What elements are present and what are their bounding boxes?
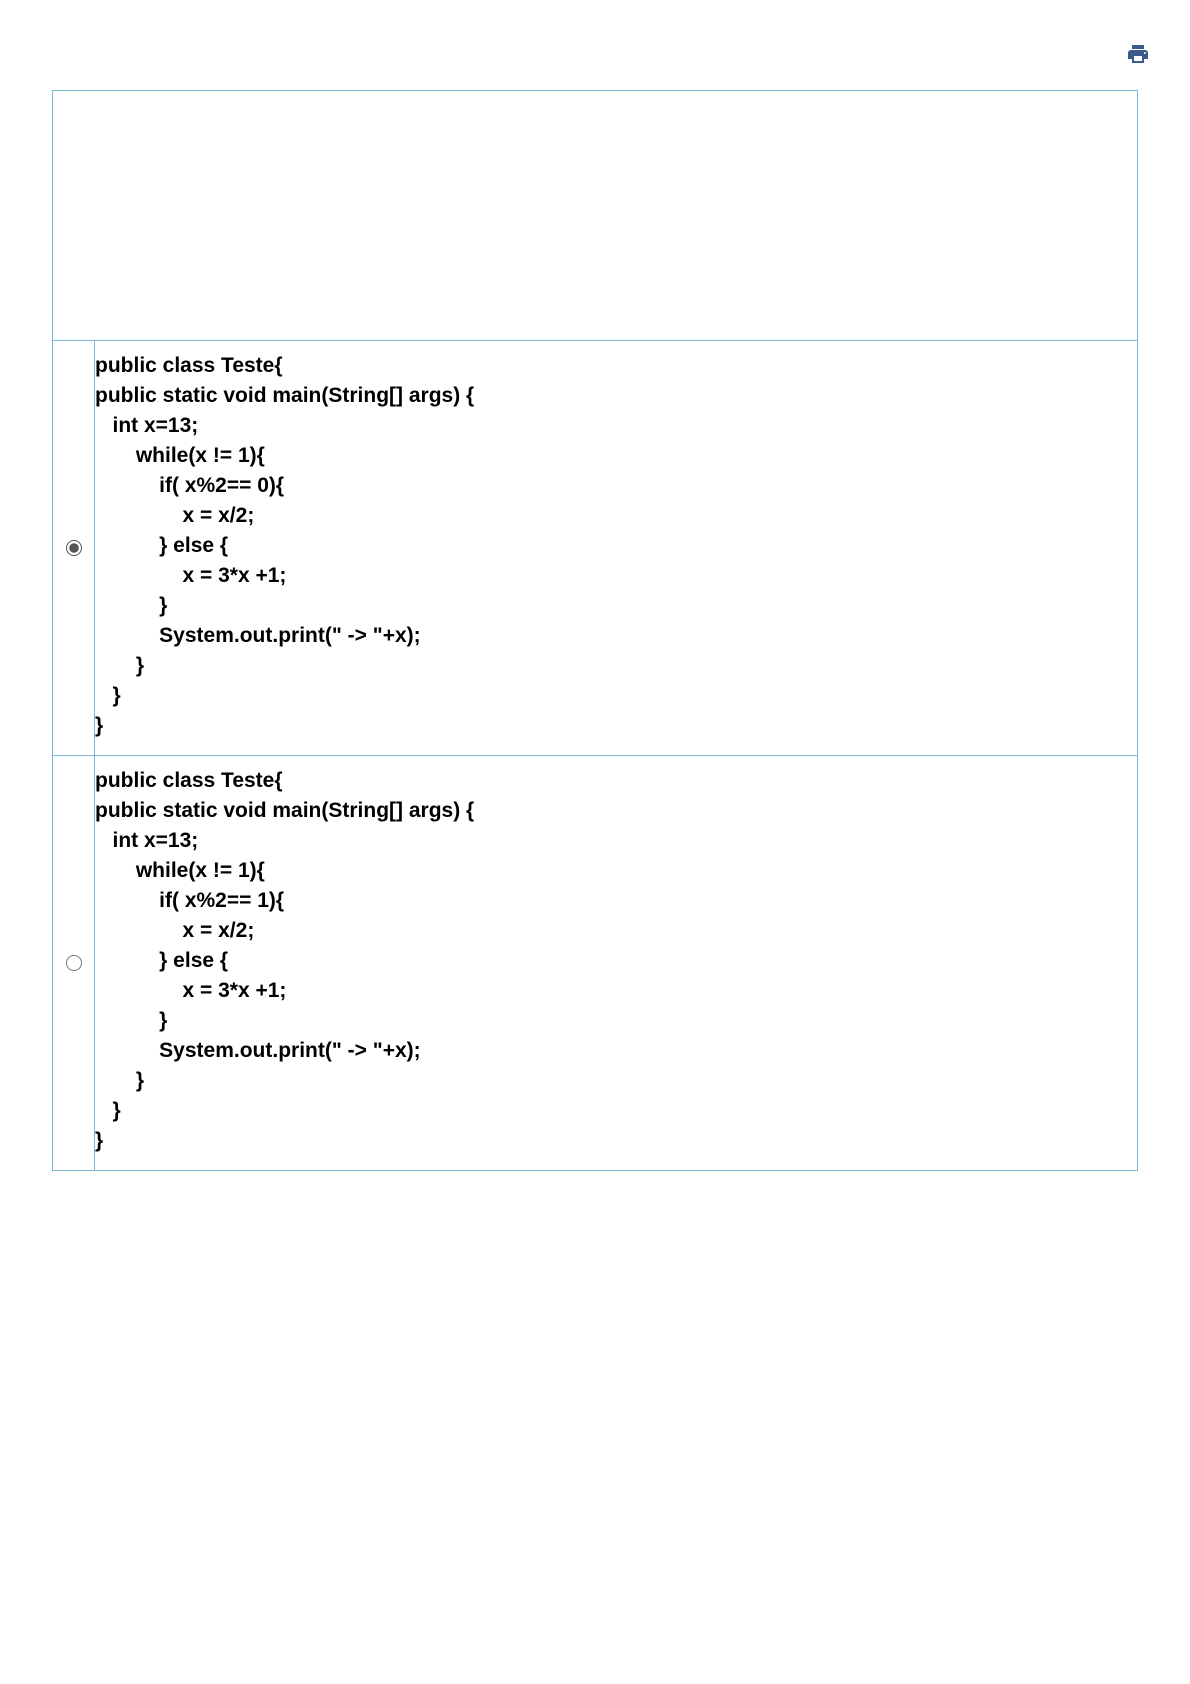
code-line: x = x/2; <box>95 916 1137 946</box>
code-line: x = 3*x +1; <box>95 561 1137 591</box>
code-line: public class Teste{ <box>95 766 1137 796</box>
code-line: } <box>95 1066 1137 1096</box>
code-line: } <box>95 1126 1137 1156</box>
question-container: public class Teste{ public static void m… <box>52 90 1138 1171</box>
code-line: x = x/2; <box>95 501 1137 531</box>
code-line: } else { <box>95 531 1137 561</box>
code-cell-1: public class Teste{ public static void m… <box>95 341 1137 755</box>
code-line: while(x != 1){ <box>95 441 1137 471</box>
code-line: } <box>95 681 1137 711</box>
code-line: } <box>95 1006 1137 1036</box>
code-line: } <box>95 651 1137 681</box>
code-line: int x=13; <box>95 411 1137 441</box>
code-cell-2: public class Teste{ public static void m… <box>95 756 1137 1170</box>
radio-cell-2 <box>53 756 95 1170</box>
code-line: } <box>95 711 1137 741</box>
code-line: } else { <box>95 946 1137 976</box>
code-line: public static void main(String[] args) { <box>95 381 1137 411</box>
answer-option-1: public class Teste{ public static void m… <box>52 340 1138 756</box>
code-line: } <box>95 1096 1137 1126</box>
code-line: if( x%2== 1){ <box>95 886 1137 916</box>
code-line: if( x%2== 0){ <box>95 471 1137 501</box>
radio-option-1[interactable] <box>66 540 82 556</box>
code-line: int x=13; <box>95 826 1137 856</box>
answer-option-2: public class Teste{ public static void m… <box>52 756 1138 1171</box>
code-line: System.out.print(" -> "+x); <box>95 621 1137 651</box>
question-header-blank <box>52 90 1138 340</box>
print-icon[interactable] <box>1126 42 1150 66</box>
radio-cell-1 <box>53 341 95 755</box>
code-line: System.out.print(" -> "+x); <box>95 1036 1137 1066</box>
code-line: public class Teste{ <box>95 351 1137 381</box>
code-line: public static void main(String[] args) { <box>95 796 1137 826</box>
radio-option-2[interactable] <box>66 955 82 971</box>
code-line: } <box>95 591 1137 621</box>
code-line: x = 3*x +1; <box>95 976 1137 1006</box>
code-line: while(x != 1){ <box>95 856 1137 886</box>
